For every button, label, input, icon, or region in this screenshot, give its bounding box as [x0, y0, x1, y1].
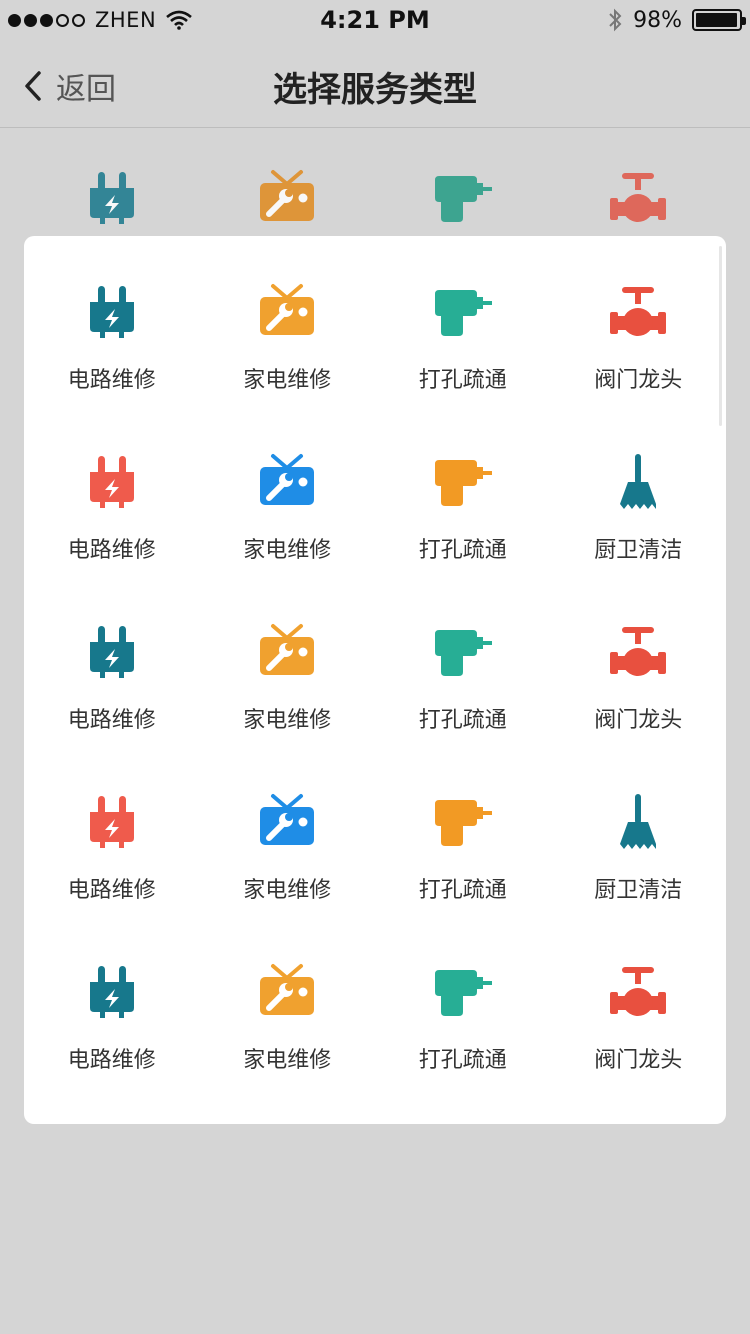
service-item[interactable]: 电路维修: [24, 452, 200, 622]
tv-repair-icon: [260, 964, 315, 1015]
service-label: 打孔疏通: [418, 708, 507, 733]
service-label: 阀门龙头: [594, 368, 683, 393]
tv-repair-icon: [260, 454, 315, 505]
drill-icon: [434, 630, 492, 676]
broom-icon: [620, 454, 657, 509]
service-label: 电路维修: [67, 708, 156, 733]
service-label: 电路维修: [67, 368, 156, 393]
service-item[interactable]: 厨卫清洁: [551, 452, 727, 622]
service-item[interactable]: 阀门龙头: [551, 282, 727, 452]
service-item[interactable]: 电路维修: [24, 622, 200, 792]
status-right: 98%: [607, 7, 746, 33]
service-label: 打孔疏通: [418, 878, 507, 903]
service-item[interactable]: 打孔疏通: [375, 282, 551, 452]
service-label: 阀门龙头: [594, 1048, 683, 1073]
service-label: 打孔疏通: [418, 1048, 507, 1073]
service-item[interactable]: 家电维修: [200, 282, 376, 452]
background-icon-cell: [375, 168, 551, 228]
plug-icon: [89, 966, 134, 1018]
drill-icon: [434, 800, 492, 846]
tv-repair-icon: [260, 170, 315, 221]
service-grid: 电路维修 家电维修 打孔疏通 阀门龙头 电路维修 家电维修 打孔疏通 厨卫清洁 电路维修 家电维修…: [24, 236, 726, 1132]
service-item[interactable]: 阀门龙头: [551, 622, 727, 792]
service-label: 家电维修: [243, 708, 332, 733]
service-label: 家电维修: [243, 538, 332, 563]
battery-icon: [692, 9, 746, 31]
service-item[interactable]: 阀门龙头: [551, 962, 727, 1132]
page-title: 选择服务类型: [273, 70, 477, 110]
background-icon-row: [24, 168, 726, 228]
service-label: 家电维修: [243, 368, 332, 393]
service-item[interactable]: 家电维修: [200, 622, 376, 792]
bluetooth-icon: [609, 8, 622, 32]
service-item[interactable]: 打孔疏通: [375, 792, 551, 962]
background-icon-cell: [24, 168, 200, 228]
plug-icon: [89, 286, 134, 338]
service-item[interactable]: 电路维修: [24, 962, 200, 1132]
scrollbar[interactable]: [719, 246, 722, 426]
service-item[interactable]: 厨卫清洁: [551, 792, 727, 962]
broom-icon: [620, 794, 657, 849]
tv-repair-icon: [260, 624, 315, 675]
valve-faucet-icon: [610, 173, 667, 222]
service-item[interactable]: 电路维修: [24, 792, 200, 962]
service-label: 家电维修: [243, 878, 332, 903]
service-selection-card: 电路维修 家电维修 打孔疏通 阀门龙头 电路维修 家电维修 打孔疏通 厨卫清洁 电路维修 家电维修…: [24, 236, 726, 1124]
tv-repair-icon: [260, 284, 315, 335]
drill-icon: [434, 970, 492, 1016]
service-label: 打孔疏通: [418, 538, 507, 563]
service-item[interactable]: 电路维修: [24, 282, 200, 452]
background-icon-cell: [200, 168, 376, 228]
service-item[interactable]: 家电维修: [200, 792, 376, 962]
plug-icon: [89, 796, 134, 848]
status-bar: ZHEN 4:21 PM 98%: [0, 0, 750, 40]
plug-icon: [89, 172, 134, 224]
service-type-page: ZHEN 4:21 PM 98% 返回 选择服务类型 电路维修 家电维修 打孔疏…: [0, 0, 750, 1334]
drill-icon: [434, 290, 492, 336]
valve-faucet-icon: [610, 967, 667, 1016]
valve-faucet-icon: [610, 627, 667, 676]
service-item[interactable]: 家电维修: [200, 452, 376, 622]
service-label: 电路维修: [67, 878, 156, 903]
service-label: 家电维修: [243, 1048, 332, 1073]
service-item[interactable]: 家电维修: [200, 962, 376, 1132]
service-label: 打孔疏通: [418, 368, 507, 393]
tv-repair-icon: [260, 794, 315, 845]
service-label: 厨卫清洁: [594, 538, 683, 563]
valve-faucet-icon: [610, 287, 667, 336]
service-item[interactable]: 打孔疏通: [375, 622, 551, 792]
plug-icon: [89, 456, 134, 508]
navigation-bar: 返回 选择服务类型: [0, 40, 750, 128]
service-label: 厨卫清洁: [594, 878, 683, 903]
service-item[interactable]: 打孔疏通: [375, 452, 551, 622]
service-item[interactable]: 打孔疏通: [375, 962, 551, 1132]
drill-icon: [434, 460, 492, 506]
plug-icon: [89, 626, 134, 678]
drill-icon: [434, 176, 492, 222]
battery-level: [696, 13, 738, 27]
battery-percent: 98%: [633, 7, 682, 33]
background-icon-cell: [551, 168, 727, 228]
service-label: 电路维修: [67, 538, 156, 563]
service-label: 阀门龙头: [594, 708, 683, 733]
service-label: 电路维修: [67, 1048, 156, 1073]
